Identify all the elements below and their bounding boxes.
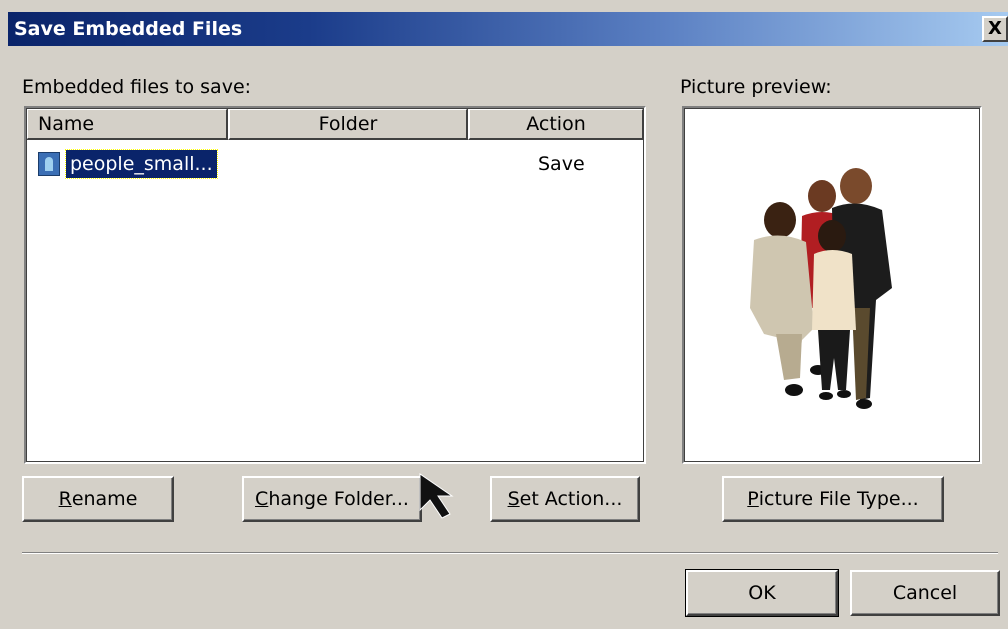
change-folder-button[interactable]: Change Folder... xyxy=(242,476,422,522)
column-header-action-label: Action xyxy=(526,113,586,135)
ok-button[interactable]: OK xyxy=(685,569,839,617)
picture-file-type-button[interactable]: Picture File Type... xyxy=(722,476,944,522)
list-header: Name Folder Action xyxy=(26,108,644,140)
picture-file-type-button-label: icture File Type... xyxy=(758,488,919,510)
column-header-name-label: Name xyxy=(38,113,95,135)
mouse-pointer-icon xyxy=(419,473,454,519)
picture-file-type-button-mnemonic: P xyxy=(747,488,759,510)
file-name: people_small... xyxy=(65,149,218,179)
title-bar: Save Embedded Files X xyxy=(8,12,1008,46)
change-folder-button-label: hange Folder... xyxy=(268,488,409,510)
image-file-icon xyxy=(38,152,60,176)
set-action-button[interactable]: Set Action... xyxy=(490,476,640,522)
cancel-button-label: Cancel xyxy=(892,582,958,604)
set-action-button-mnemonic: S xyxy=(507,488,520,510)
column-header-folder[interactable]: Folder xyxy=(228,108,468,140)
set-action-button-label: et Action... xyxy=(519,488,623,510)
column-header-name[interactable]: Name xyxy=(26,108,228,140)
picture-preview-label: Picture preview: xyxy=(680,76,832,98)
picture-preview xyxy=(682,106,982,464)
embedded-files-list[interactable]: Name Folder Action people_small... Save xyxy=(24,106,646,464)
rename-button[interactable]: Rename xyxy=(22,476,174,522)
file-action: Save xyxy=(538,153,585,175)
close-button[interactable]: X xyxy=(982,16,1008,42)
rename-button-mnemonic: R xyxy=(58,488,72,510)
close-icon: X xyxy=(988,18,1002,39)
change-folder-button-mnemonic: C xyxy=(255,488,269,510)
embedded-files-label: Embedded files to save: xyxy=(22,76,252,98)
rename-button-label: ename xyxy=(71,488,138,510)
separator xyxy=(22,552,998,554)
people-group-photo xyxy=(750,168,892,409)
column-header-folder-label: Folder xyxy=(318,113,378,135)
cancel-button[interactable]: Cancel xyxy=(850,570,1000,616)
window-title: Save Embedded Files xyxy=(14,18,243,40)
ok-button-label: OK xyxy=(748,582,776,604)
column-header-action[interactable]: Action xyxy=(468,108,644,140)
list-item[interactable]: people_small... Save xyxy=(38,149,618,180)
